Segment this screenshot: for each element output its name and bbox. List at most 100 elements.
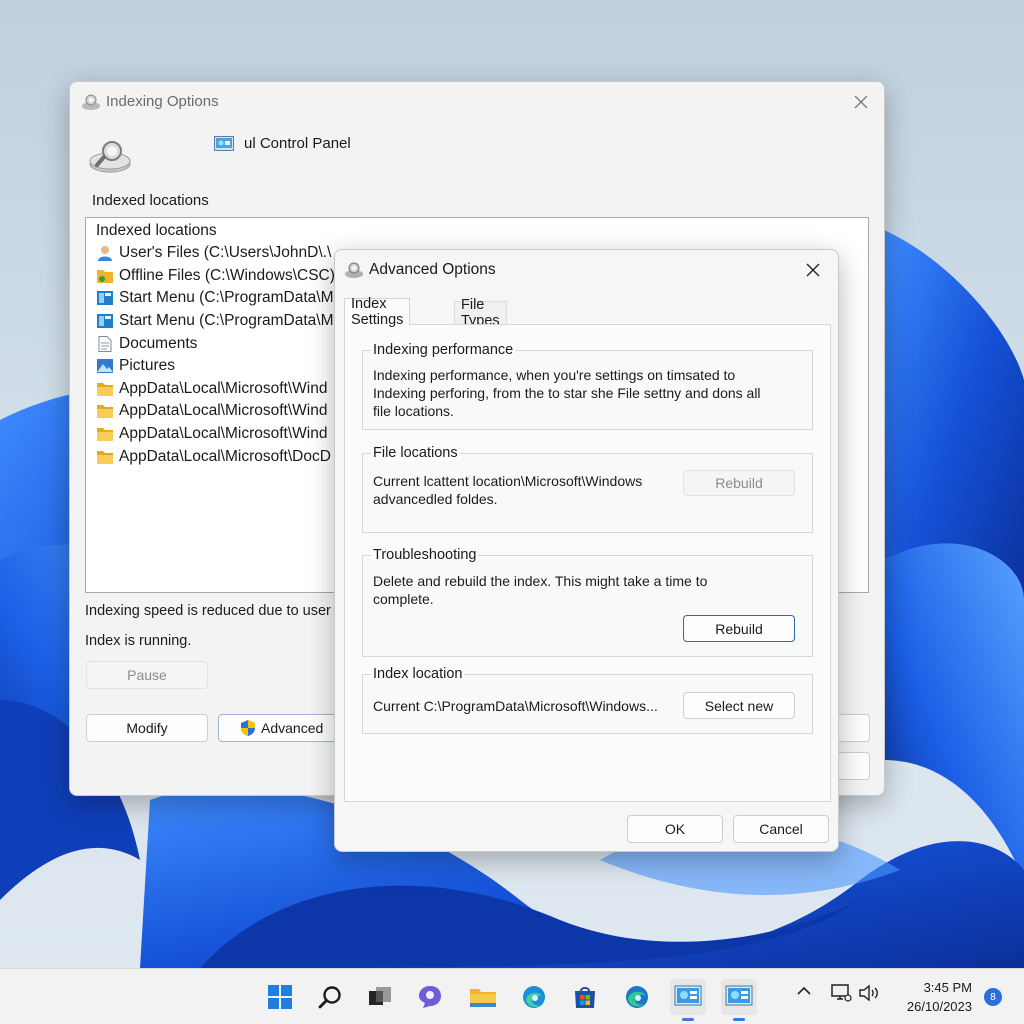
folder-sync-icon: [96, 268, 114, 284]
list-item-label: Offline Files (C:\Windows\CSC): [119, 266, 335, 284]
clock-date: 26/10/2023: [906, 999, 972, 1014]
description-line: complete.: [373, 591, 434, 607]
start-menu-icon: [96, 313, 114, 329]
notification-badge[interactable]: 8: [984, 988, 1002, 1006]
list-item-label: AppData\Local\Microsoft\DocD: [119, 447, 331, 465]
control-panel-label: ul Control Panel: [244, 135, 351, 152]
list-item-label: AppData\Local\Microsoft\Wind: [119, 402, 328, 420]
chat-icon: [419, 986, 441, 1008]
control-panel-icon: [725, 985, 753, 1006]
indexed-locations-heading: Indexed locations: [92, 192, 209, 209]
group-label: Indexing performance: [371, 342, 516, 358]
chevron-up-icon: [797, 986, 811, 995]
control-panel-taskbar-button[interactable]: [721, 979, 757, 1021]
advanced-options-icon: [345, 262, 363, 278]
index-location-group: Index location Current C:\ProgramData\Mi…: [362, 666, 813, 734]
troubleshooting-description: Delete and rebuild the index. This might…: [373, 572, 707, 608]
pause-button[interactable]: Pause: [86, 661, 208, 689]
edge-icon: [626, 986, 648, 1008]
search-icon: [318, 986, 341, 1009]
control-panel-icon: [214, 135, 234, 151]
user-icon: [96, 245, 114, 262]
indexing-options-icon: [82, 94, 100, 110]
close-button[interactable]: [844, 88, 878, 116]
dialog-title: Advanced Options: [369, 261, 496, 278]
folder-icon: [96, 426, 114, 442]
performance-description: Indexing performance, when you're settin…: [373, 366, 761, 420]
title-bar[interactable]: Indexing Options: [70, 82, 884, 122]
hidden-button[interactable]: [836, 714, 870, 742]
list-item-label: AppData\Local\Microsoft\Wind: [119, 425, 328, 443]
index-settings-panel: Indexing performance Indexing performanc…: [344, 324, 831, 802]
clock[interactable]: 3:45 PM 26/10/2023: [907, 978, 972, 1016]
select-new-button[interactable]: Select new: [683, 692, 795, 719]
advanced-button[interactable]: Advanced: [218, 714, 340, 742]
list-item-label: Start Menu (C:\ProgramData\M: [119, 289, 334, 307]
group-label: File locations: [371, 445, 460, 461]
tab-file-types[interactable]: File Types: [454, 297, 507, 329]
modify-button[interactable]: Modify: [86, 714, 208, 742]
edge-button[interactable]: [619, 979, 655, 1015]
folder-icon: [96, 381, 114, 397]
hidden-button[interactable]: [836, 752, 870, 780]
close-button[interactable]: [796, 256, 830, 284]
file-locations-group: File locations Current lcattent location…: [362, 445, 813, 533]
running-indicator: [682, 1018, 694, 1021]
ok-button[interactable]: OK: [627, 815, 723, 843]
group-label: Index location: [371, 666, 465, 682]
store-icon: [575, 987, 595, 1008]
magnifier-disk-icon: [89, 141, 131, 173]
window-title: Indexing Options: [106, 93, 219, 110]
task-view-button[interactable]: [362, 979, 398, 1015]
list-item-label: AppData\Local\Microsoft\Wind: [119, 379, 328, 397]
description-line: Indexing perforing, from the to star she…: [373, 385, 761, 401]
control-panel-link[interactable]: ul Control Panel: [214, 135, 351, 152]
indexing-performance-group: Indexing performance Indexing performanc…: [362, 342, 813, 430]
rebuild-index-button[interactable]: Rebuild: [683, 615, 795, 642]
store-button[interactable]: [567, 979, 603, 1015]
folder-icon: [96, 449, 114, 465]
list-item-label: Pictures: [119, 357, 175, 375]
network-button[interactable]: [830, 982, 852, 1004]
tab-index-settings[interactable]: Index Settings: [344, 296, 411, 328]
volume-icon: [859, 984, 878, 1002]
chat-button[interactable]: [412, 979, 448, 1015]
running-indicator: [733, 1018, 745, 1021]
indexing-speed-status: Indexing speed is reduced due to user: [85, 603, 331, 619]
start-button[interactable]: [262, 979, 298, 1015]
search-button[interactable]: [312, 979, 348, 1015]
index-running-status: Index is running.: [85, 633, 192, 649]
description-line: Delete and rebuild the index. This might…: [373, 573, 708, 589]
advanced-options-dialog: Advanced Options Index Settings File Typ…: [334, 249, 839, 852]
list-item-label: User's Files (C:\Users\JohnD\.\: [119, 244, 332, 262]
close-icon: [854, 95, 868, 109]
list-header: Indexed locations: [96, 222, 217, 239]
show-hidden-icons-button[interactable]: [796, 985, 812, 997]
windows-start-icon: [268, 985, 292, 1009]
close-icon: [806, 263, 820, 277]
description-line: Indexing performance, when you're settin…: [373, 367, 736, 383]
troubleshooting-group: Troubleshooting Delete and rebuild the i…: [362, 547, 813, 657]
edge-icon: [523, 986, 545, 1008]
network-icon: [831, 984, 852, 1002]
rebuild-locations-button[interactable]: Rebuild: [683, 470, 795, 496]
description-line: file locations.: [373, 403, 454, 419]
title-bar[interactable]: Advanced Options: [335, 250, 838, 290]
start-menu-icon: [96, 290, 114, 306]
list-item-label: Start Menu (C:\ProgramData\M: [119, 312, 334, 330]
advanced-button-label: Advanced: [261, 720, 324, 736]
cancel-button[interactable]: Cancel: [733, 815, 829, 843]
pictures-icon: [96, 358, 114, 374]
clock-time: 3:45 PM: [923, 980, 972, 995]
edge-button[interactable]: [516, 979, 552, 1015]
taskbar: 3:45 PM 26/10/2023 8: [0, 968, 1024, 1024]
description-line: Current lcattent location\Microsoft\Wind…: [373, 473, 643, 489]
document-icon: [96, 335, 114, 352]
list-item-label: Documents: [119, 334, 198, 352]
control-panel-taskbar-button[interactable]: [670, 979, 706, 1021]
task-view-icon: [369, 987, 391, 1005]
volume-button[interactable]: [858, 983, 880, 1003]
control-panel-icon: [674, 985, 702, 1006]
current-index-location: Current C:\ProgramData\Microsoft\Windows…: [373, 698, 658, 714]
file-explorer-button[interactable]: [465, 979, 501, 1015]
